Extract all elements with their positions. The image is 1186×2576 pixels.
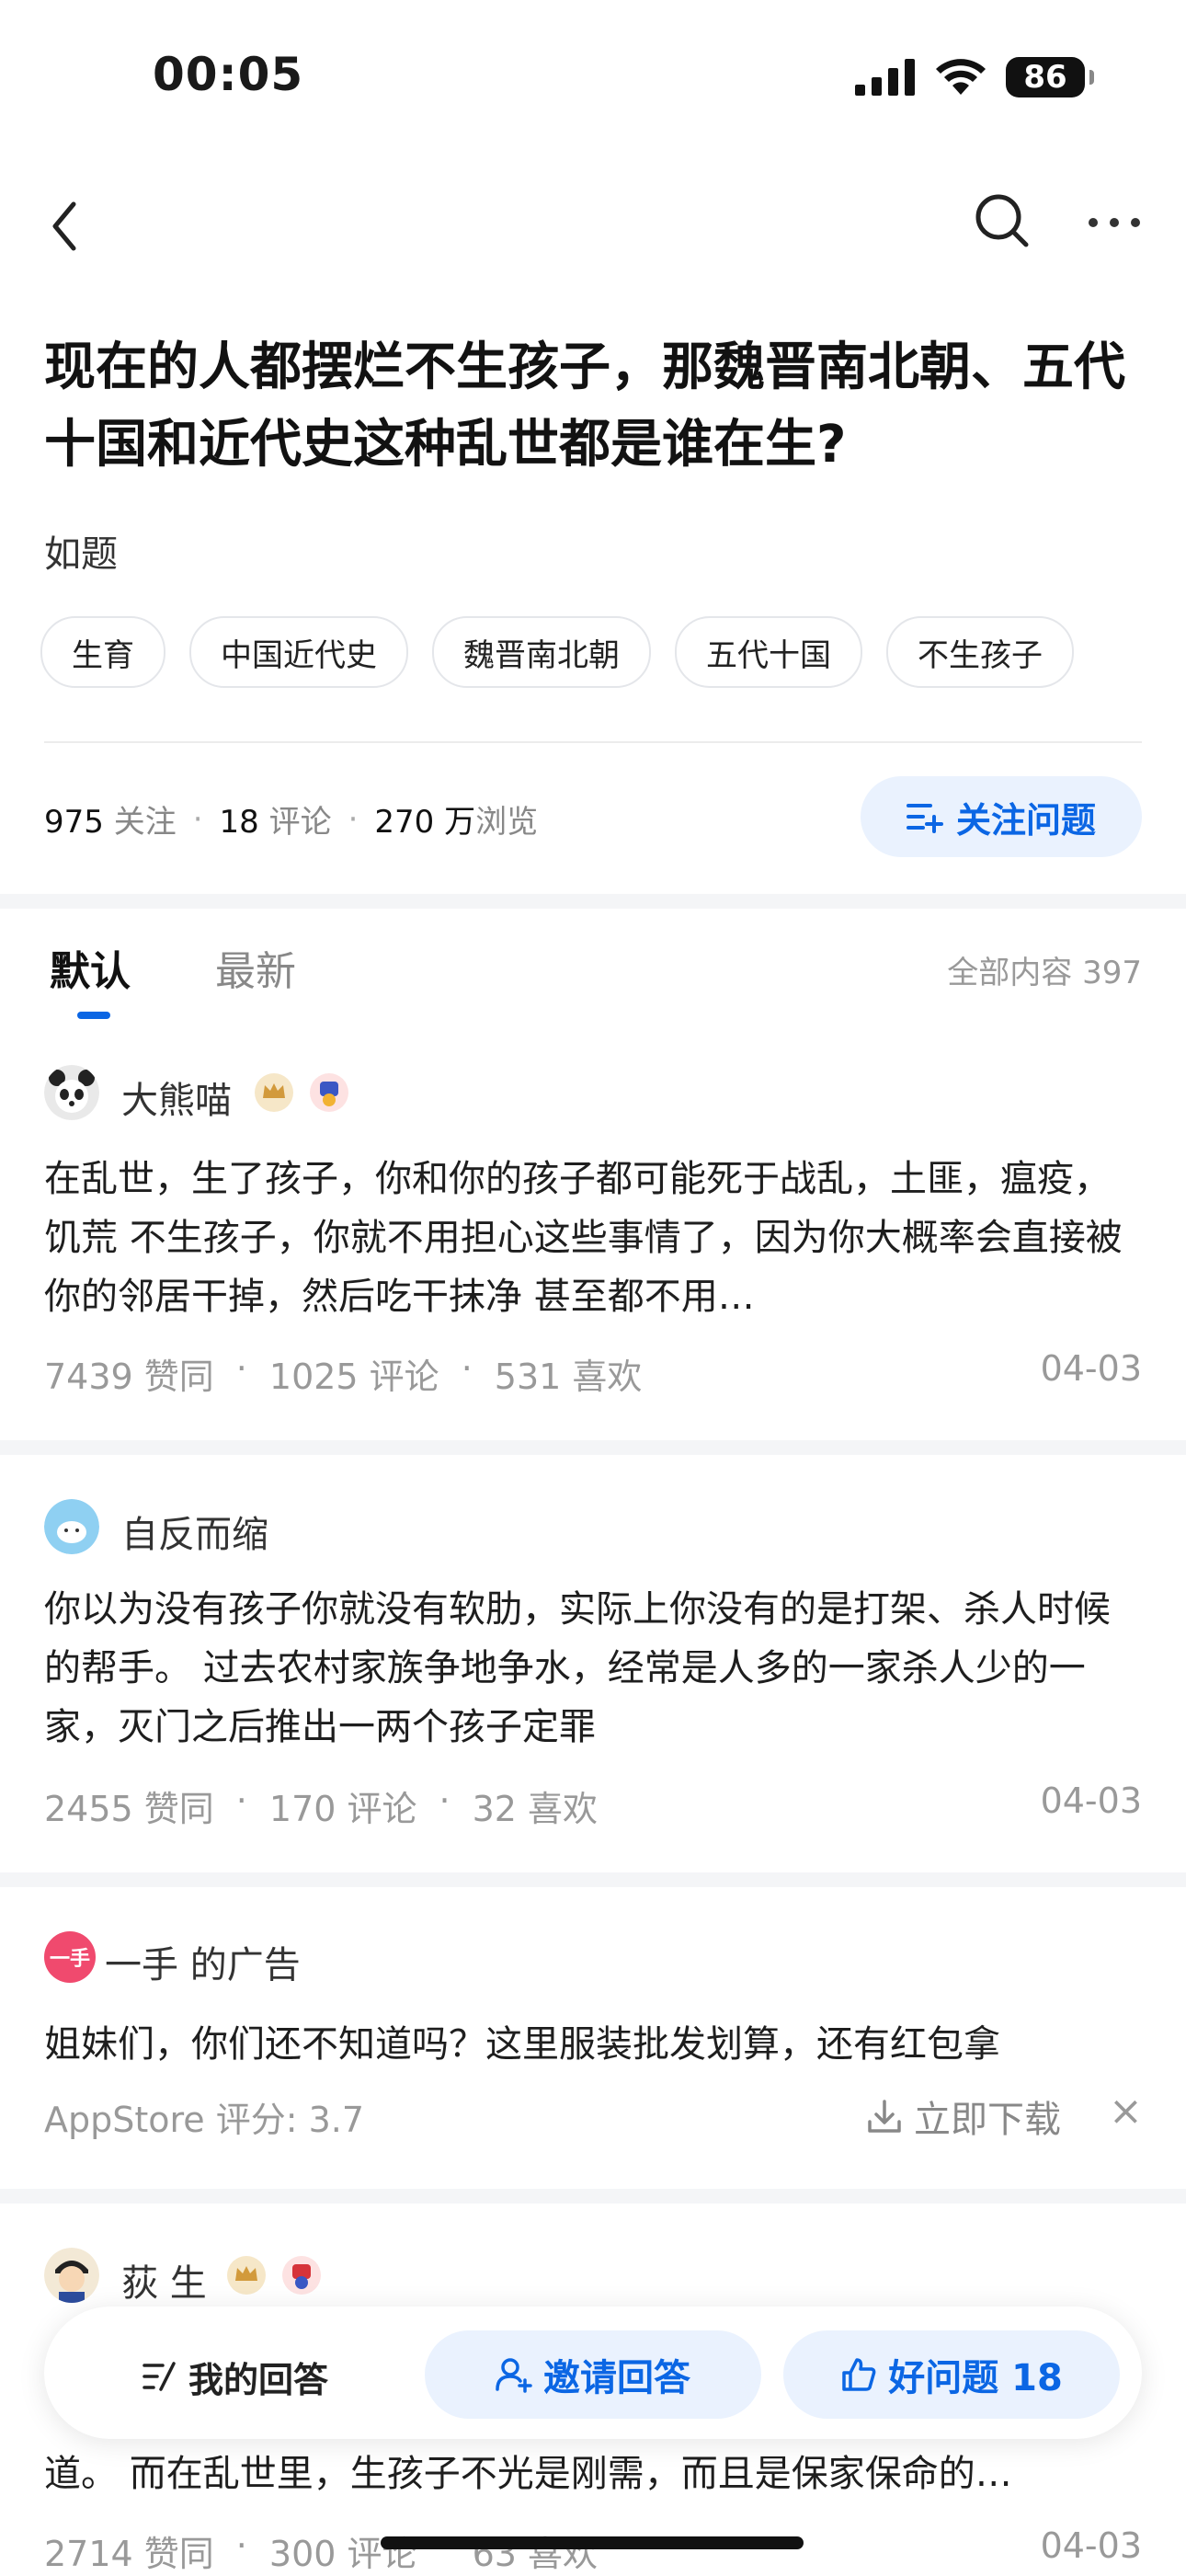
topic-tag[interactable]: 魏晋南北朝 xyxy=(432,616,651,688)
favorites-count: 531 喜欢 xyxy=(494,1357,643,1397)
section-separator xyxy=(0,894,1186,909)
favorites-count: 32 喜欢 xyxy=(472,1789,599,1829)
likes-count: 2455 赞同 xyxy=(44,1789,214,1829)
answer-excerpt[interactable]: 道。 而在乱世里，生孩子不光是刚需，而且是保家保命的… xyxy=(44,2444,1144,2503)
add-user-icon xyxy=(496,2358,532,2393)
comments-count: 18 xyxy=(219,804,259,841)
section-separator xyxy=(0,2189,1186,2204)
answer-date: 04-03 xyxy=(1040,1348,1142,1389)
views-count: 270 万 xyxy=(374,804,476,841)
avatar[interactable] xyxy=(44,1499,99,1554)
followers-count: 975 xyxy=(44,804,104,841)
avatar[interactable] xyxy=(44,1065,99,1120)
answer-excerpt[interactable]: 在乱世，生了孩子，你和你的孩子都可能死于战乱，土匪，瘟疫，饥荒 不生孩子，你就不… xyxy=(44,1150,1144,1326)
tab-latest[interactable]: 最新 xyxy=(215,938,296,997)
followers-label: 关注 xyxy=(113,804,177,841)
separator-dot: · xyxy=(192,800,203,838)
topic-tag[interactable]: 生育 xyxy=(40,616,165,688)
home-indicator xyxy=(381,2536,804,2549)
ad-advertiser[interactable]: 一手 的广告 xyxy=(105,1935,301,1988)
wifi-icon xyxy=(936,59,986,95)
topic-tag[interactable]: 中国近代史 xyxy=(189,616,408,688)
status-time: 00:05 xyxy=(153,48,304,101)
thumbs-up-icon xyxy=(842,2358,876,2391)
answer-date: 04-03 xyxy=(1040,1780,1142,1821)
comments-count: 170 评论 xyxy=(268,1789,417,1829)
answer-meta: 2714 赞同· 300 评论· 63 喜欢 xyxy=(44,2525,599,2574)
section-separator xyxy=(0,1440,1186,1455)
comments-count: 1025 评论 xyxy=(268,1357,439,1397)
favorites-count: 63 喜欢 xyxy=(472,2534,599,2574)
avatar[interactable] xyxy=(44,2248,99,2303)
comments-count: 300 评论 xyxy=(268,2534,417,2574)
ad-rating: AppStore 评分: 3.7 xyxy=(44,2100,365,2140)
divider xyxy=(44,741,1142,743)
download-icon xyxy=(868,2100,901,2133)
ad-logo[interactable]: 一手 xyxy=(44,1931,96,1983)
author-name[interactable]: 大熊喵 xyxy=(121,1070,232,1124)
ad-text[interactable]: 姐妹们，你们还不知道吗？这里服装批发划算，还有红包拿 xyxy=(44,2014,1000,2067)
close-icon[interactable]: × xyxy=(1109,2088,1143,2135)
tab-indicator xyxy=(77,1012,110,1019)
question-title: 现在的人都摆烂不生孩子，那魏晋南北朝、五代十国和近代史这种乱世都是谁在生? xyxy=(44,338,1125,475)
answer-date: 04-03 xyxy=(1040,2525,1142,2566)
likes-count: 7439 赞同 xyxy=(44,1357,214,1397)
search-icon[interactable] xyxy=(973,191,1032,250)
signal-icon xyxy=(855,59,915,96)
user-badge-icon xyxy=(282,2256,321,2295)
more-icon[interactable] xyxy=(1089,204,1140,241)
good-question-label: 好问题 18 xyxy=(888,2357,1063,2399)
topic-tags: 生育 中国近代史 魏晋南北朝 五代十国 不生孩子 xyxy=(40,616,1074,688)
question-stats: 975 关注 · 18 评论 · 270 万浏览 xyxy=(44,796,538,841)
answer-meta: 2455 赞同 · 170 评论 · 32 喜欢 xyxy=(44,1780,599,1829)
comments-label: 评论 xyxy=(268,804,332,841)
section-separator xyxy=(0,1872,1186,1887)
answer-meta: 7439 赞同 · 1025 评论 · 531 喜欢 xyxy=(44,1348,643,1397)
crown-badge-icon xyxy=(227,2256,266,2295)
follow-question-label: 关注问题 xyxy=(955,799,1096,841)
my-answer-button[interactable]: 我的回答 xyxy=(88,2334,382,2419)
tab-default[interactable]: 默认 xyxy=(50,938,131,997)
all-content-count[interactable]: 全部内容 397 xyxy=(947,947,1142,992)
invite-answer-button[interactable]: 邀请回答 xyxy=(425,2330,761,2419)
user-badge-icon xyxy=(310,1073,348,1112)
topic-tag[interactable]: 不生孩子 xyxy=(886,616,1074,688)
author-name[interactable]: 自反而缩 xyxy=(121,1505,268,1558)
question-description: 如题 xyxy=(44,533,118,576)
good-question-button[interactable]: 好问题 18 xyxy=(783,2330,1120,2419)
battery-indicator: 86 xyxy=(1006,57,1094,97)
answer-excerpt[interactable]: 你以为没有孩子你就没有软肋，实际上你没有的是打架、杀人时候的帮手。 过去农村家族… xyxy=(44,1580,1144,1757)
likes-count: 2714 赞同 xyxy=(44,2534,214,2574)
ad-download-label: 立即下载 xyxy=(914,2099,1061,2141)
follow-question-button[interactable]: 关注问题 xyxy=(861,776,1142,857)
ad-download-button[interactable]: 立即下载 xyxy=(866,2089,1061,2143)
follow-list-icon xyxy=(906,804,943,833)
topic-tag[interactable]: 五代十国 xyxy=(675,616,862,688)
views-label: 浏览 xyxy=(475,804,539,841)
author-name[interactable]: 荻 生 xyxy=(121,2253,207,2307)
invite-answer-label: 邀请回答 xyxy=(543,2357,690,2399)
edit-list-icon xyxy=(143,2362,176,2391)
status-icons: 86 xyxy=(855,57,1094,97)
separator-dot: · xyxy=(348,800,359,838)
my-answer-label: 我的回答 xyxy=(188,2359,328,2400)
crown-badge-icon xyxy=(255,1073,293,1112)
back-icon[interactable] xyxy=(44,193,90,258)
